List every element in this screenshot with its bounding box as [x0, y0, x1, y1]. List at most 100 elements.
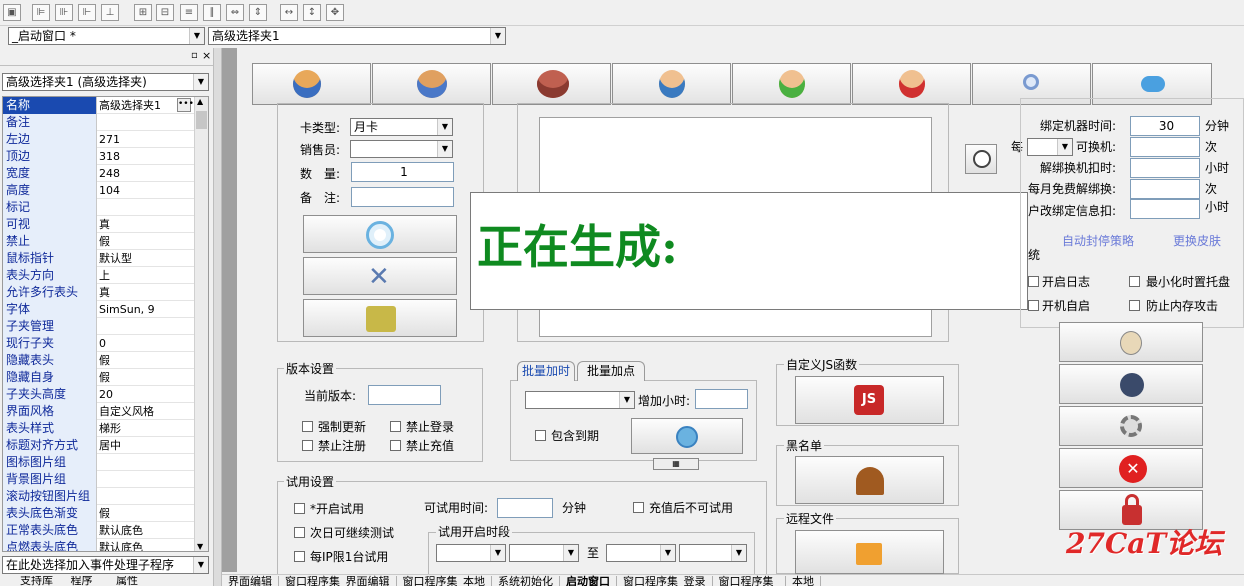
property-row[interactable]: 字体 SimSun, 9	[3, 301, 195, 318]
lock-button[interactable]	[1059, 490, 1203, 530]
property-row[interactable]: 允许多行表头真	[3, 284, 195, 301]
card-type-select[interactable]: 月卡 ▼	[350, 118, 453, 136]
end-time-select[interactable]: ▼	[679, 544, 747, 562]
pin-icon[interactable]: ▫	[191, 50, 198, 61]
property-row[interactable]: 表头方向上	[3, 267, 195, 284]
property-value[interactable]: 默认底色	[99, 539, 143, 551]
user-delete-button[interactable]	[852, 63, 971, 105]
tools-button[interactable]: ✕	[303, 257, 457, 295]
cancel-button[interactable]: ✕	[1059, 448, 1203, 488]
property-row[interactable]: 高度 104	[3, 182, 195, 199]
property-row[interactable]: 隐藏表头假	[3, 352, 195, 369]
include-expired-checkbox[interactable]	[535, 430, 546, 441]
align-bottom-icon[interactable]: ⊥	[101, 4, 119, 21]
property-row[interactable]: 左边 271	[3, 131, 195, 148]
space-v-icon[interactable]: ∥	[203, 4, 221, 21]
batch-select[interactable]: ▼	[525, 391, 635, 409]
tab-support-lib[interactable]: 支持库	[20, 576, 53, 586]
property-value[interactable]: 居中	[99, 437, 121, 454]
property-row[interactable]: 界面风格 自定义风格	[3, 403, 195, 420]
force-update-checkbox[interactable]	[302, 421, 313, 432]
note-input[interactable]	[351, 187, 454, 207]
seller-select[interactable]: ▼	[350, 140, 453, 158]
property-row[interactable]: 表头样式 梯形	[3, 420, 195, 437]
align-left-icon[interactable]: ⊫	[32, 4, 50, 21]
money-bag-button[interactable]	[1059, 322, 1203, 362]
no-charge-checkbox[interactable]	[390, 440, 401, 451]
blacklist-button[interactable]	[795, 456, 944, 504]
property-scrollbar[interactable]: ▲ ▼	[194, 97, 208, 551]
tab-sys-init[interactable]: 系统初始化	[492, 576, 560, 586]
property-row[interactable]: 隐藏自身假	[3, 369, 195, 386]
form-select[interactable]: _启动窗口 * ▼	[8, 27, 205, 45]
align-right-icon[interactable]: ⊩	[78, 4, 96, 21]
property-row[interactable]: 禁止假	[3, 233, 195, 250]
tab-batch-points[interactable]: 批量加点	[577, 361, 645, 381]
event-select[interactable]: 在此处选择加入事件处理子程序 ▼	[2, 556, 209, 574]
property-row[interactable]: 顶边 318	[3, 148, 195, 165]
property-value[interactable]: 默认型	[99, 250, 132, 267]
next-day-checkbox[interactable]	[294, 527, 305, 538]
qty-input[interactable]: 1	[351, 162, 454, 182]
batch-run-button[interactable]	[631, 418, 743, 454]
ellipsis-button[interactable]: •••	[177, 98, 194, 112]
dist-v-icon[interactable]: ⇕	[249, 4, 267, 21]
property-row[interactable]: 现行子夹 0	[3, 335, 195, 352]
property-value[interactable]: 271	[99, 131, 120, 148]
tab-properties[interactable]: 属性	[116, 576, 138, 586]
property-value[interactable]: 104	[99, 182, 120, 199]
no-register-checkbox[interactable]	[302, 440, 313, 451]
tab-local[interactable]: 本地	[786, 576, 821, 586]
no-trial-after-charge-checkbox[interactable]	[633, 502, 644, 513]
trial-time-input[interactable]	[497, 498, 553, 518]
property-row[interactable]: 图标图片组	[3, 454, 195, 471]
no-login-checkbox[interactable]	[390, 421, 401, 432]
same-height-icon[interactable]: ↕	[303, 4, 321, 21]
per-ip-checkbox[interactable]	[294, 551, 305, 562]
tool-bag-button[interactable]	[1059, 364, 1203, 404]
tab-batch-time[interactable]: 批量加时	[517, 361, 575, 381]
js-button[interactable]: JS	[795, 376, 944, 424]
tab-start-window[interactable]: 启动窗口	[560, 576, 617, 586]
property-row[interactable]: 标记	[3, 199, 195, 216]
property-value[interactable]: 真	[99, 216, 110, 233]
card-gen-button[interactable]	[303, 299, 457, 337]
cur-version-input[interactable]	[368, 385, 441, 405]
property-row[interactable]: 子夹头高度 20	[3, 386, 195, 403]
gear-button[interactable]	[1059, 406, 1203, 446]
center-h-icon[interactable]: ⊞	[134, 4, 152, 21]
property-value[interactable]: 248	[99, 165, 120, 182]
tab-window-other[interactable]: 窗口程序集_	[713, 576, 786, 586]
property-value[interactable]: 假	[99, 233, 110, 250]
property-row[interactable]: 点燃表头底色 默认底色	[3, 539, 195, 551]
property-value[interactable]: 高级选择夹1	[99, 97, 161, 114]
users-button[interactable]	[372, 63, 491, 105]
user-check-button[interactable]	[612, 63, 731, 105]
group-button[interactable]	[492, 63, 611, 105]
space-h-icon[interactable]: ≡	[180, 4, 198, 21]
property-value[interactable]: 假	[99, 505, 110, 522]
property-row[interactable]: 滚动按钮图片组	[3, 488, 195, 505]
property-row[interactable]: 正常表头底色 默认底色	[3, 522, 195, 539]
tab-ui-edit[interactable]: 界面编辑	[222, 576, 279, 586]
property-value[interactable]: 真	[99, 284, 110, 301]
property-row[interactable]: 可视真	[3, 216, 195, 233]
property-value[interactable]: 假	[99, 369, 110, 386]
property-row[interactable]: 宽度 248	[3, 165, 195, 182]
enable-trial-checkbox[interactable]	[294, 503, 305, 514]
start-date-select[interactable]: ▼	[436, 544, 506, 562]
dist-h-icon[interactable]: ⇔	[226, 4, 244, 21]
tab-window-local[interactable]: 窗口程序集_本地	[397, 576, 492, 586]
property-value[interactable]: 假	[99, 352, 110, 369]
same-width-icon[interactable]: ↔	[280, 4, 298, 21]
property-value[interactable]: 梯形	[99, 420, 121, 437]
property-value[interactable]: 20	[99, 386, 113, 403]
property-value[interactable]: 上	[99, 267, 110, 284]
property-row[interactable]: 备注	[3, 114, 195, 131]
center-v-icon[interactable]: ⊟	[156, 4, 174, 21]
start-time-select[interactable]: ▼	[509, 544, 579, 562]
property-value[interactable]: SimSun, 9	[99, 301, 155, 318]
property-value[interactable]: 默认底色	[99, 522, 143, 539]
remote-button[interactable]	[795, 530, 944, 574]
timer-button[interactable]	[965, 144, 997, 174]
